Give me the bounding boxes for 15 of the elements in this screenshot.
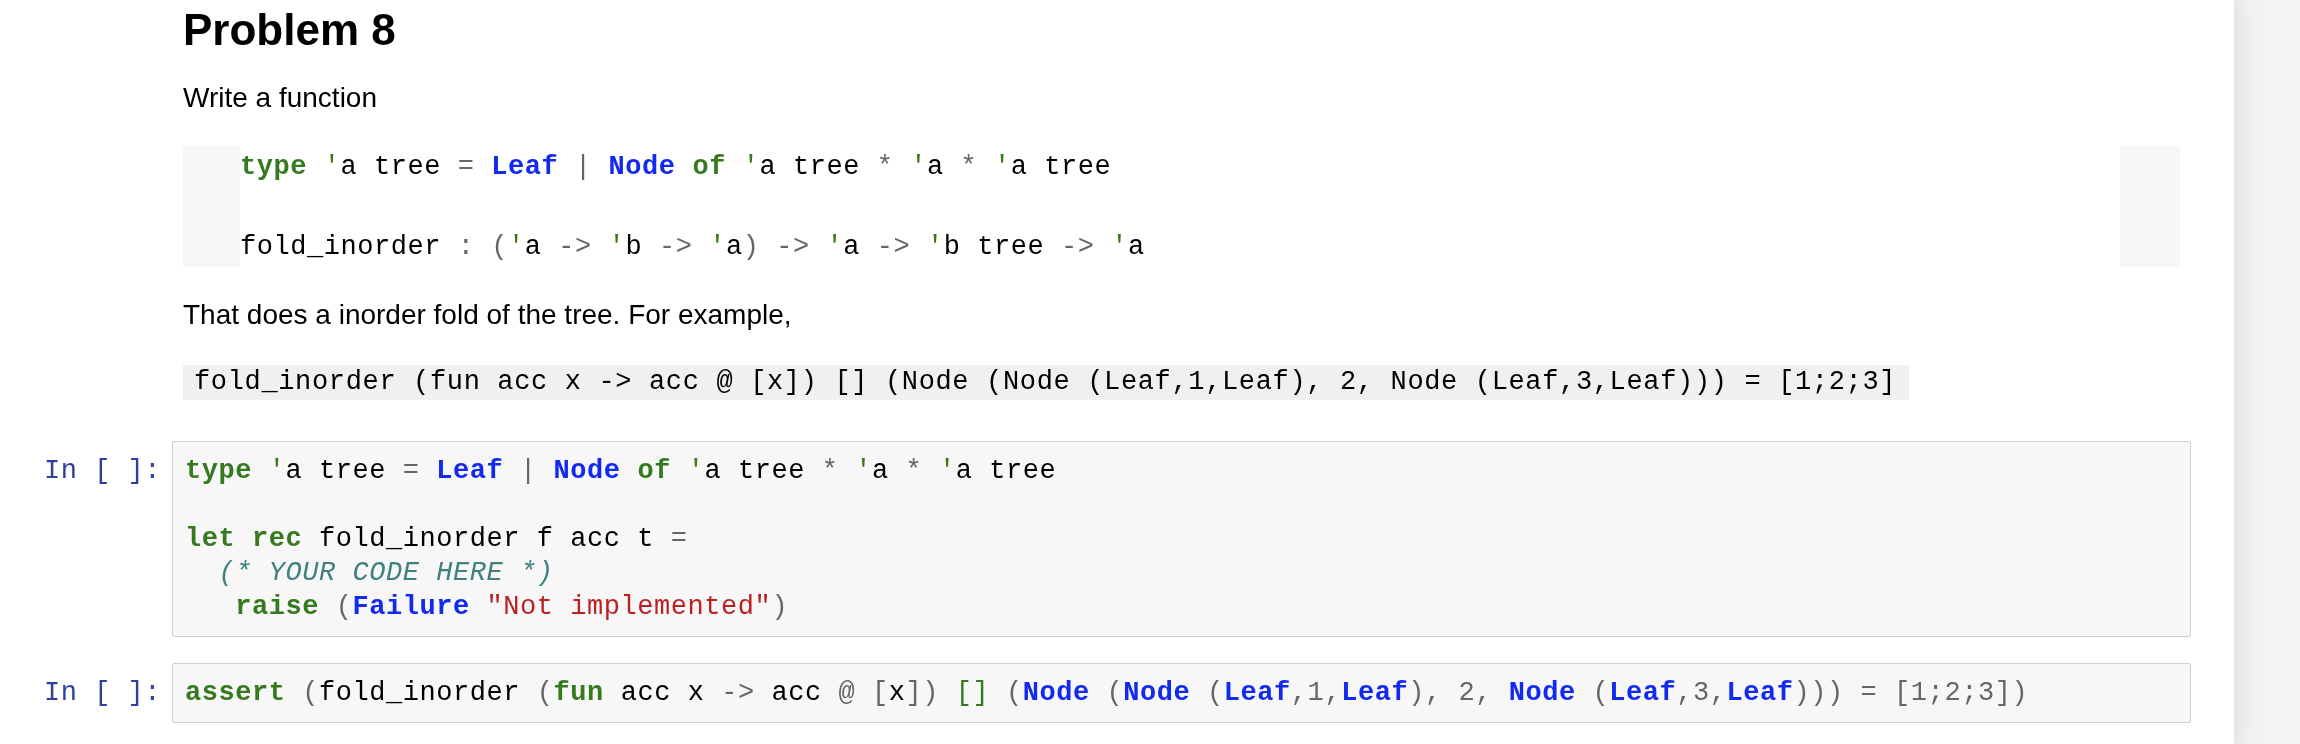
code-line: raise (Failure "Not implemented") (234, 591, 789, 624)
code-line: assert (fold_inorder (fun acc x -> acc @ [x]) [] (Node (Node (Leaf,1,Leaf), 2, Node (Leaf,3,Leaf))) = [1;2;3]) (185, 677, 2029, 710)
instruction-text: Write a function (183, 81, 378, 115)
code-editor[interactable]: type 'a tree = Leaf | Node of 'a tree * 'a * 'a tree let rec fold_inorder f acc t = (* YOUR CODE HERE *) raise (Failure "Not implemented") (172, 441, 2191, 637)
code-editor[interactable]: assert (fold_inorder (fun acc x -> acc @ [x]) [] (Node (Node (Leaf,1,Leaf), 2, Node (Leaf,3,Leaf))) = [1;2;3]) (172, 663, 2191, 723)
description-text: That does a inorder fold of the tree. For example, (183, 298, 792, 332)
code-line: let rec fold_inorder f acc t = (185, 523, 688, 556)
cell-prompt: In [ ]: (44, 455, 161, 488)
inline-code: fold_inorder (fun acc x -> acc @ [x]) [] (Node (Node (Leaf,1,Leaf), 2, Node (Leaf,3,Leaf))) = [1;2;3] (183, 365, 1910, 400)
code-line: type 'a tree = Leaf | Node of 'a tree * 'a * 'a tree (185, 455, 1057, 488)
code-line: type 'a tree = Leaf | Node of 'a tree * 'a * 'a tree (240, 151, 1112, 184)
problem-heading: Problem 8 (183, 4, 396, 56)
code-line: fold_inorder : ('a -> 'b -> 'a) -> 'a -> 'b tree -> 'a (240, 231, 1145, 264)
cell-prompt: In [ ]: (44, 677, 161, 710)
code-line: (* YOUR CODE HERE *) (217, 557, 554, 590)
